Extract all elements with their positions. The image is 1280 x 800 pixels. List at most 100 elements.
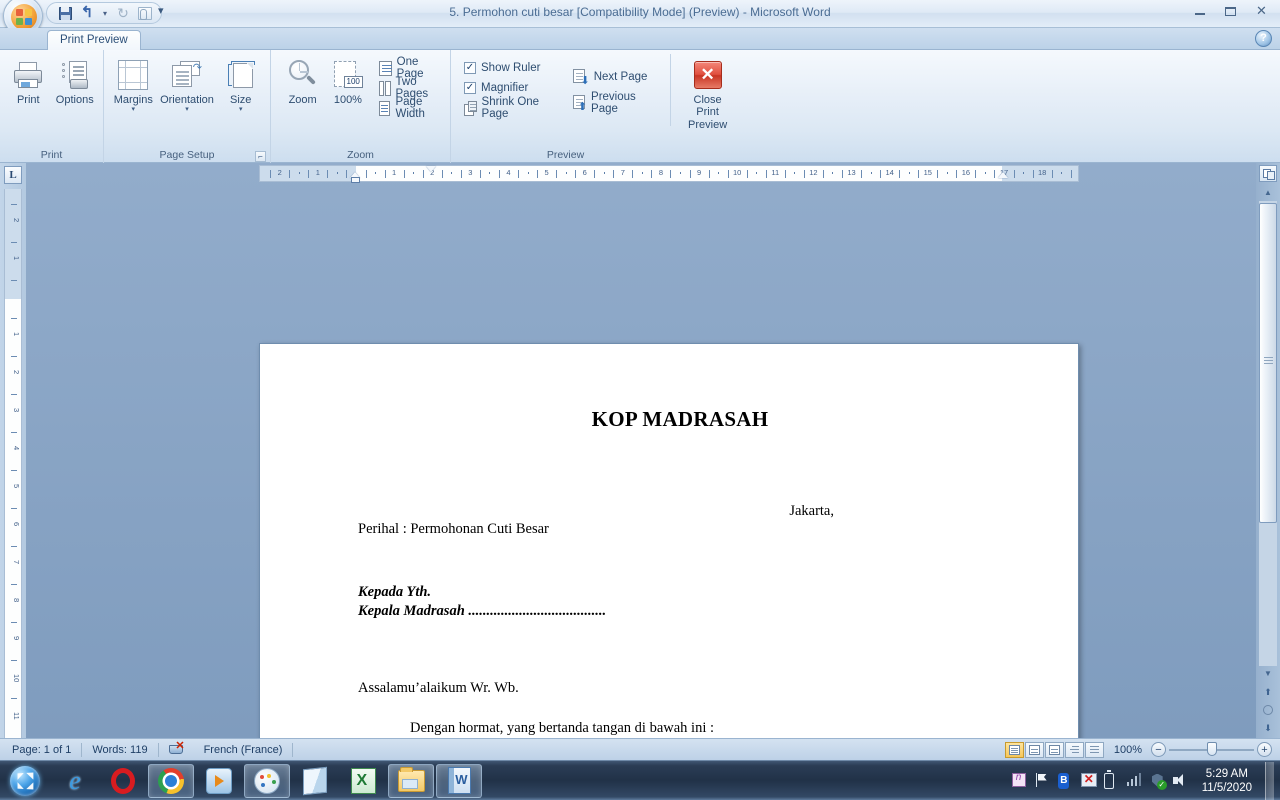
taskbar-item-word[interactable] bbox=[436, 763, 482, 798]
chevron-down-icon[interactable]: ▾ bbox=[185, 106, 189, 114]
status-proofing-errors[interactable]: ✕ bbox=[159, 741, 194, 759]
ruler-tick-label: 11 bbox=[12, 712, 21, 720]
zoom-slider[interactable] bbox=[1169, 742, 1254, 757]
zoom-percentage[interactable]: 100% bbox=[1108, 744, 1148, 756]
select-browse-object-button[interactable] bbox=[1263, 705, 1273, 715]
minimize-button[interactable] bbox=[1185, 1, 1214, 21]
view-full-screen-reading-button[interactable] bbox=[1024, 741, 1044, 758]
taskbar-item-paint[interactable] bbox=[244, 763, 290, 798]
maximize-button[interactable] bbox=[1216, 1, 1245, 21]
signal-icon[interactable] bbox=[1126, 772, 1143, 789]
zoom-100-icon: 100 bbox=[333, 57, 363, 93]
ruler-tick bbox=[11, 356, 17, 357]
bluetooth-icon[interactable] bbox=[1057, 772, 1074, 789]
zoom-slider-handle[interactable] bbox=[1206, 742, 1217, 756]
next-page-button[interactable]: ⬇ Next Page bbox=[570, 64, 657, 90]
taskbar-item-notepad[interactable] bbox=[292, 764, 338, 798]
two-pages-button[interactable]: Two Pages bbox=[376, 76, 444, 100]
scroll-up-button[interactable]: ▲ bbox=[1260, 185, 1276, 201]
one-page-button[interactable]: One Page bbox=[376, 56, 444, 80]
printer-icon bbox=[13, 57, 43, 93]
ruler-tick bbox=[537, 170, 539, 178]
previous-page-button[interactable]: ⬆ Previous Page bbox=[570, 90, 657, 116]
chevron-down-icon[interactable]: ▾ bbox=[239, 106, 243, 114]
vertical-ruler[interactable]: 2 1 1 2 3 4 5 6 7 8 9 10 11 bbox=[4, 189, 22, 738]
volume-icon[interactable] bbox=[1172, 773, 1189, 789]
right-indent-marker[interactable] bbox=[998, 172, 1008, 178]
view-buttons bbox=[1004, 741, 1105, 759]
ruler-tick bbox=[689, 170, 691, 178]
security-shield-icon[interactable]: ✓ bbox=[1150, 773, 1167, 790]
battery-icon[interactable] bbox=[1103, 770, 1120, 789]
document-page[interactable]: KOP MADRASAH Jakarta, Perihal : Permohon… bbox=[259, 343, 1079, 738]
previous-page-nav-button[interactable]: ⬆ bbox=[1262, 686, 1274, 698]
view-print-layout-button[interactable] bbox=[1004, 741, 1024, 758]
close-print-preview-button[interactable]: ✕ Close Print Preview bbox=[681, 54, 734, 131]
ruler-tick bbox=[603, 172, 605, 174]
chevron-down-icon[interactable]: ▾ bbox=[132, 106, 136, 114]
print-button[interactable]: Print bbox=[6, 54, 51, 106]
system-tray: ✓ 5:29 AM 11/5/2020 bbox=[1011, 761, 1278, 800]
zoom-100-button[interactable]: 100 100% bbox=[326, 54, 369, 106]
sticky-notes-icon[interactable] bbox=[1011, 772, 1028, 789]
next-page-nav-button[interactable]: ⬇ bbox=[1262, 722, 1274, 734]
view-web-layout-button[interactable] bbox=[1044, 741, 1064, 758]
internet-explorer-icon: e bbox=[69, 765, 81, 795]
ruler-tick bbox=[842, 170, 843, 178]
zoom-in-button[interactable]: + bbox=[1257, 742, 1272, 757]
ruler-tick-label: 18 bbox=[1037, 168, 1047, 177]
orientation-button[interactable]: ↷ Orientation ▾ bbox=[159, 54, 216, 114]
taskbar-item-opera[interactable] bbox=[100, 764, 146, 798]
network-disconnected-icon[interactable] bbox=[1080, 772, 1097, 789]
close-print-preview-label-2: Preview bbox=[688, 119, 728, 131]
previous-page-icon: ⬆ bbox=[572, 95, 587, 113]
split-window-button[interactable] bbox=[1259, 165, 1277, 182]
zoom-out-button[interactable]: − bbox=[1151, 742, 1166, 757]
view-outline-button[interactable] bbox=[1064, 741, 1084, 758]
magnifier-checkbox[interactable]: ✓ Magnifier bbox=[461, 78, 558, 98]
taskbar-clock[interactable]: 5:29 AM 11/5/2020 bbox=[1196, 767, 1258, 795]
help-icon[interactable]: ? bbox=[1255, 30, 1272, 47]
shrink-one-page-label: Shrink One Page bbox=[481, 96, 540, 120]
start-button[interactable] bbox=[2, 762, 48, 800]
previous-page-label: Previous Page bbox=[591, 91, 636, 115]
page-setup-dialog-launcher[interactable]: ⌐ bbox=[255, 151, 266, 162]
tab-print-preview[interactable]: Print Preview bbox=[47, 30, 141, 51]
flag-action-center-icon[interactable] bbox=[1035, 772, 1051, 789]
options-button[interactable]: Options bbox=[53, 54, 98, 106]
word-print-preview-window: ↰ ▾ ↻ ▾ 5. Permohon cuti besar [Compatib… bbox=[0, 0, 1280, 800]
taskbar-item-file-explorer[interactable] bbox=[388, 763, 434, 798]
taskbar-item-google-chrome[interactable] bbox=[148, 763, 194, 798]
taskbar-item-excel[interactable] bbox=[340, 764, 386, 798]
status-word-count[interactable]: Words: 119 bbox=[82, 741, 157, 759]
scroll-down-button[interactable]: ▼ bbox=[1260, 666, 1276, 682]
checkbox-icon: ✓ bbox=[464, 62, 476, 74]
vertical-scrollbar[interactable]: ▲ ▼ ⬆ ⬇ bbox=[1256, 163, 1280, 738]
show-desktop-button[interactable] bbox=[1265, 761, 1274, 800]
outline-icon bbox=[1069, 745, 1080, 755]
left-indent-marker[interactable] bbox=[351, 177, 360, 183]
page-width-button[interactable]: Page Width bbox=[376, 96, 444, 120]
zoom-button[interactable]: Zoom bbox=[281, 54, 324, 106]
status-page-number[interactable]: Page: 1 of 1 bbox=[2, 741, 81, 759]
taskbar-item-windows-media-player[interactable] bbox=[196, 764, 242, 798]
status-language[interactable]: French (France) bbox=[194, 741, 293, 759]
horizontal-ruler[interactable]: 2 1 1 2 3 4 5 6 7 8 9 10 11 12 13 14 15 16 17 18 bbox=[259, 165, 1079, 182]
size-button[interactable]: Size ▾ bbox=[217, 54, 264, 114]
tab-selector-button[interactable]: L bbox=[4, 166, 22, 184]
close-button[interactable]: ✕ bbox=[1247, 1, 1276, 21]
shrink-one-page-button[interactable]: Shrink One Page bbox=[461, 96, 558, 120]
margins-button[interactable]: Margins ▾ bbox=[110, 54, 157, 114]
ruler-tick-label: 16 bbox=[961, 168, 971, 177]
zoom-100-button-label: 100% bbox=[333, 94, 362, 106]
two-pages-icon bbox=[378, 80, 391, 96]
document-recipient-line-2: Kepala Madrasah ........................… bbox=[358, 603, 607, 619]
ruler-tick bbox=[1023, 172, 1025, 174]
show-ruler-checkbox[interactable]: ✓ Show Ruler bbox=[461, 58, 558, 78]
view-draft-button[interactable] bbox=[1084, 741, 1104, 758]
taskbar-item-internet-explorer[interactable]: e bbox=[52, 764, 98, 798]
first-line-indent-marker[interactable] bbox=[426, 166, 437, 172]
full-screen-reading-icon bbox=[1028, 744, 1040, 755]
ruler-tick-label: 9 bbox=[12, 636, 21, 641]
scrollbar-thumb[interactable] bbox=[1259, 203, 1277, 523]
